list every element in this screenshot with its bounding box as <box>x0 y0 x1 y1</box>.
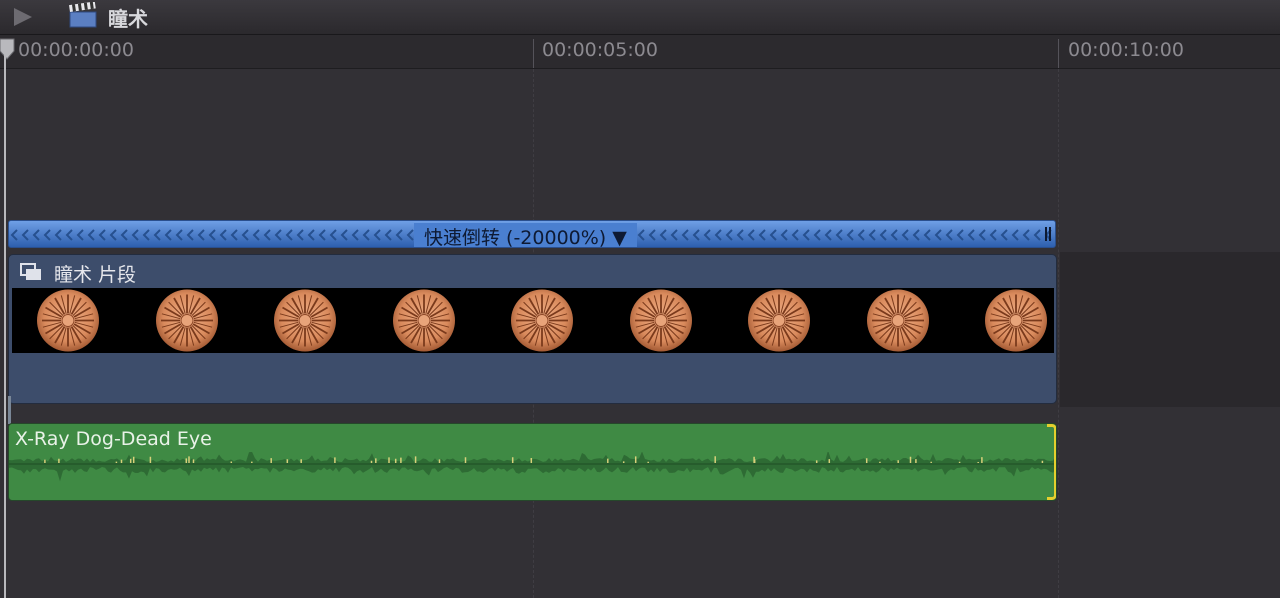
project-title: 瞳术 <box>108 7 148 31</box>
audio-waveform <box>9 452 1056 482</box>
audio-clip-title: X-Ray Dog-Dead Eye <box>15 428 212 450</box>
play-icon[interactable] <box>14 8 32 26</box>
ruler-label-10s: 00:00:10:00 <box>1068 39 1184 61</box>
playhead-handle-icon[interactable] <box>0 37 16 61</box>
grid-line <box>1058 69 1059 598</box>
clapperboard-icon <box>69 2 97 28</box>
clip-thumbnail <box>748 289 810 352</box>
playhead[interactable] <box>4 55 6 598</box>
retime-speed-label[interactable]: 快速倒转 (-20000%) ▼ <box>414 223 637 247</box>
clip-title: 瞳术 片段 <box>54 264 137 286</box>
video-clip[interactable]: 瞳术 片段 <box>8 254 1057 404</box>
clip-thumbnail <box>511 289 573 352</box>
ruler-label-5s: 00:00:05:00 <box>542 39 658 61</box>
clip-thumbnail <box>37 289 99 352</box>
retime-handle-icon[interactable] <box>1045 227 1051 241</box>
selection-end-handle[interactable] <box>1047 424 1056 500</box>
timeline-header: 瞳术 <box>0 0 1280 35</box>
clip-thumbnail <box>274 289 336 352</box>
retime-bar[interactable]: 快速倒转 (-20000%) ▼ <box>8 220 1056 248</box>
clip-thumbnail <box>866 289 929 352</box>
ruler-tick <box>1058 39 1059 68</box>
track-background <box>1060 252 1280 407</box>
timecode-ruler[interactable]: 00:00:00:00 00:00:05:00 00:00:10:00 <box>0 35 1280 69</box>
filmstrip <box>12 288 1054 353</box>
audio-clip[interactable]: X-Ray Dog-Dead Eye <box>8 423 1057 501</box>
ruler-label-0: 00:00:00:00 <box>18 39 134 61</box>
compound-clip-icon <box>20 263 41 280</box>
clip-thumbnail <box>155 289 218 352</box>
clip-thumbnail <box>392 289 455 352</box>
clip-thumbnail <box>985 289 1047 352</box>
clip-thumbnail <box>629 289 692 352</box>
ruler-tick <box>533 39 534 68</box>
connection-line <box>8 396 11 424</box>
